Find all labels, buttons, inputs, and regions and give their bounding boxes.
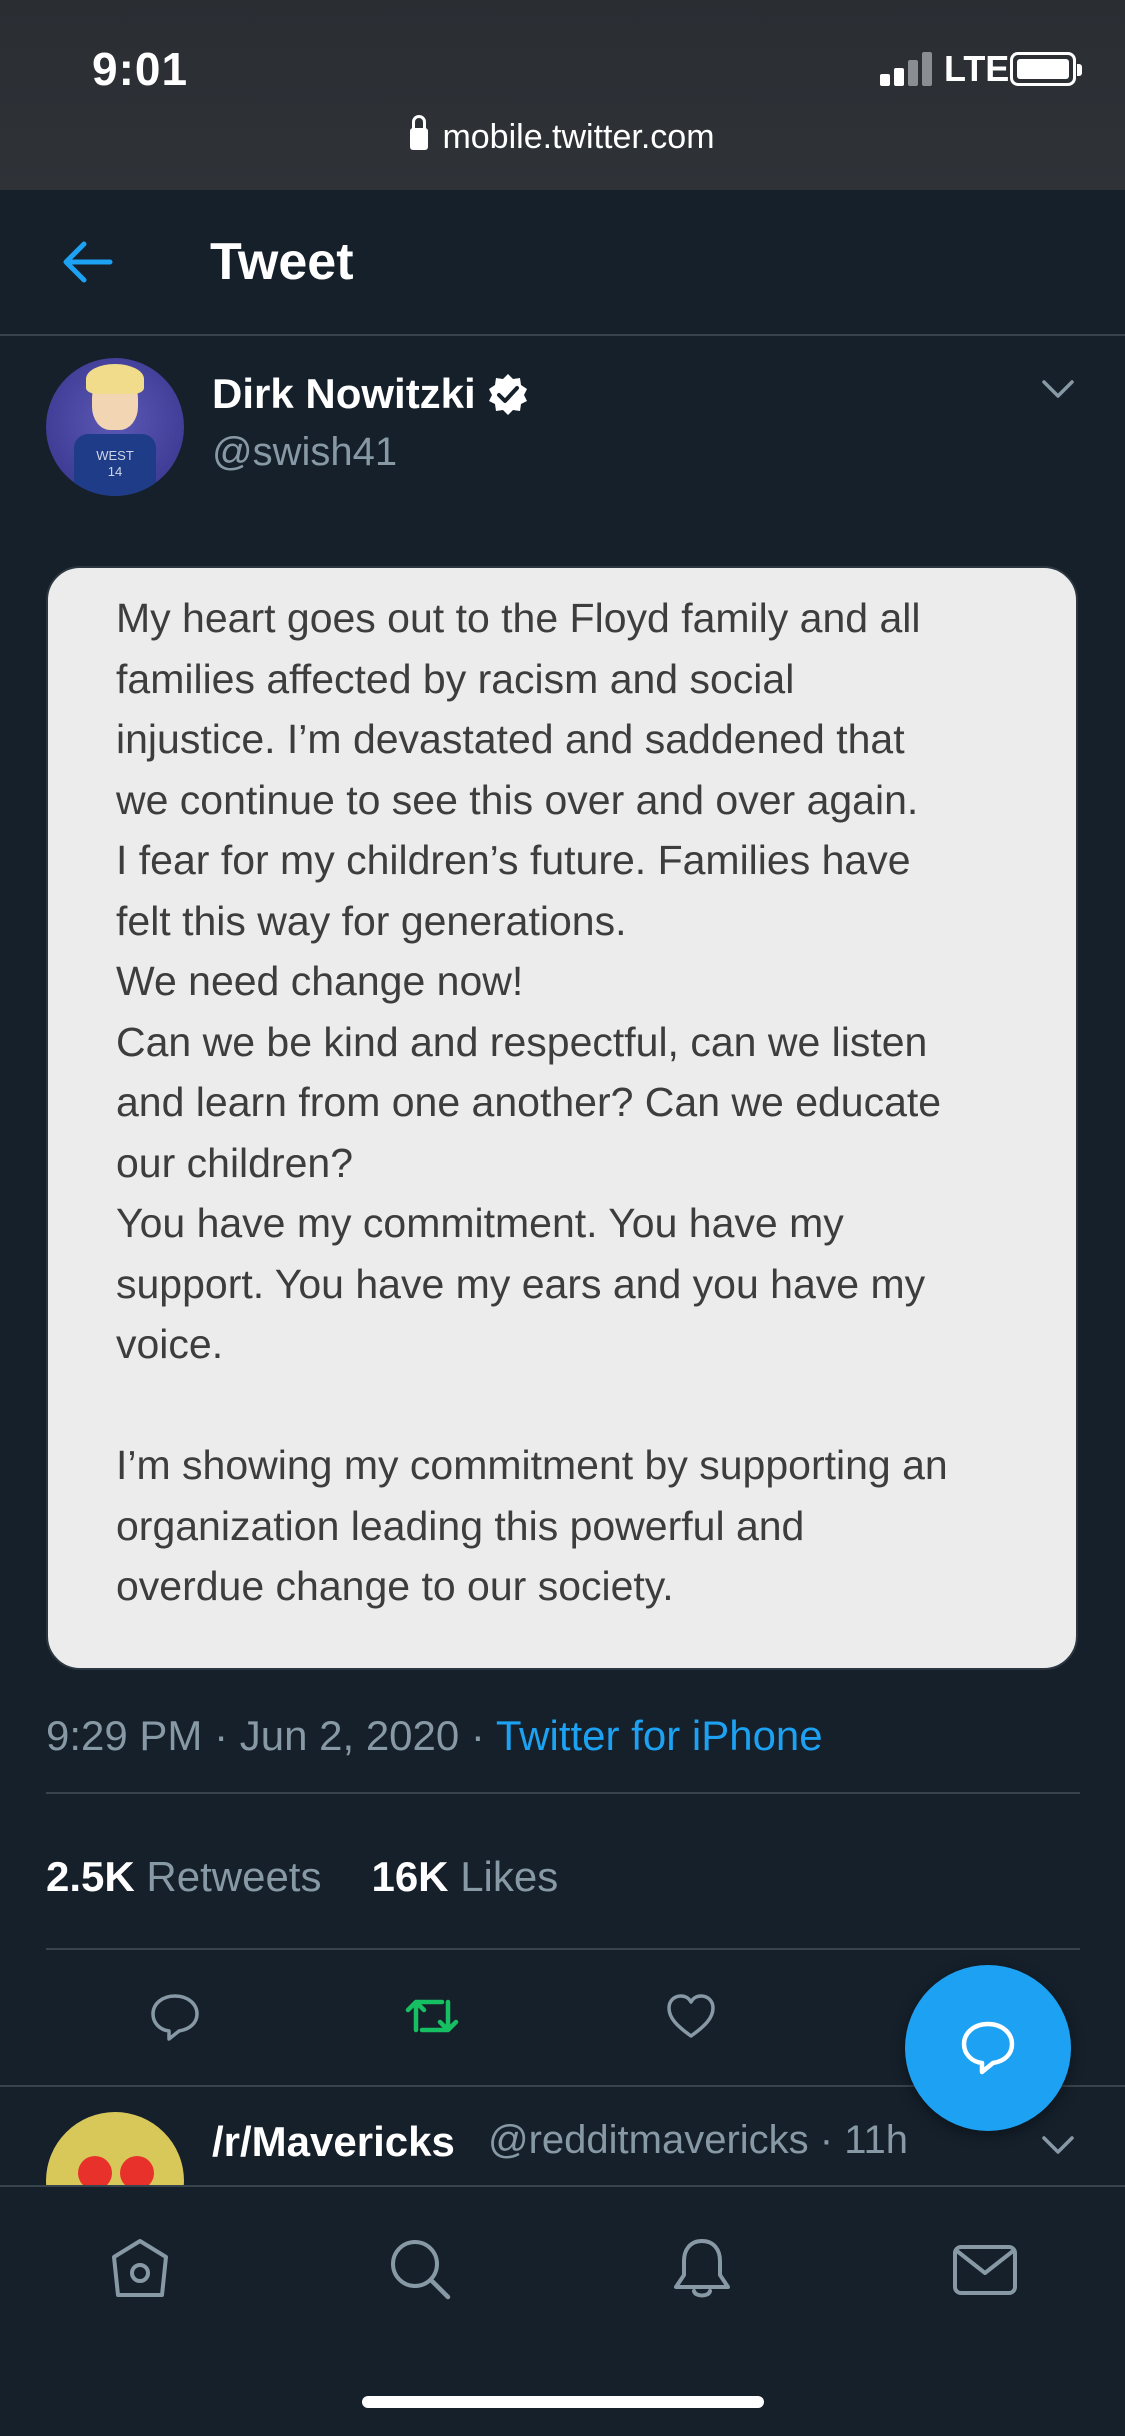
reply-icon[interactable] bbox=[147, 1988, 203, 2044]
retweet-icon[interactable] bbox=[404, 1988, 460, 2044]
verified-badge-icon bbox=[488, 374, 527, 415]
next-tweet-author[interactable]: /r/Mavericks bbox=[212, 2118, 455, 2166]
chevron-down-icon[interactable] bbox=[1040, 378, 1076, 402]
messages-icon[interactable] bbox=[949, 2233, 1021, 2305]
like-icon[interactable] bbox=[663, 1988, 719, 2044]
notifications-icon[interactable] bbox=[666, 2233, 738, 2305]
tweet-image-text: My heart goes out to the Floyd family an… bbox=[116, 595, 948, 1609]
search-icon[interactable] bbox=[384, 2233, 456, 2305]
likes-label: Likes bbox=[460, 1853, 559, 1900]
network-label: LTE bbox=[944, 48, 1010, 89]
url-bar[interactable]: mobile.twitter.com bbox=[0, 115, 1125, 157]
tweet-image[interactable]: My heart goes out to the Floyd family an… bbox=[46, 566, 1078, 1670]
url-text: mobile.twitter.com bbox=[442, 118, 715, 156]
retweets-count: 2.5K bbox=[46, 1853, 135, 1900]
divider bbox=[46, 1792, 1080, 1794]
divider bbox=[46, 1948, 1080, 1950]
likes-count: 16K bbox=[371, 1853, 449, 1900]
author-handle: @swish41 bbox=[212, 430, 398, 474]
home-icon[interactable] bbox=[104, 2233, 176, 2305]
avatar[interactable]: WEST 14 bbox=[46, 358, 184, 496]
avatar-jersey-text: WEST 14 bbox=[96, 448, 134, 479]
home-indicator[interactable] bbox=[362, 2396, 764, 2408]
tweet-stats: 2.5K Retweets 16K Likes bbox=[46, 1853, 558, 1901]
page-title: Tweet bbox=[210, 233, 354, 291]
top-header: Tweet bbox=[0, 190, 1125, 336]
tweet-meta: 9:29 PM · Jun 2, 2020 · Twitter for iPho… bbox=[46, 1712, 823, 1760]
battery-icon bbox=[1010, 52, 1082, 86]
tweet-source-link[interactable]: Twitter for iPhone bbox=[496, 1712, 823, 1759]
compose-reply-button[interactable] bbox=[905, 1965, 1071, 2131]
author-name-text: Dirk Nowitzki bbox=[212, 370, 476, 417]
chevron-down-icon[interactable] bbox=[1040, 2134, 1076, 2158]
status-time: 9:01 bbox=[92, 43, 189, 95]
status-bar: 9:01 LTE mobile.twitter.com bbox=[0, 0, 1125, 190]
retweets-label: Retweets bbox=[146, 1853, 322, 1900]
reply-bubble-icon bbox=[961, 2021, 1015, 2075]
next-tweet-handle-time: @redditmavericks · 11h bbox=[488, 2118, 908, 2162]
back-arrow-icon[interactable] bbox=[58, 238, 114, 286]
lock-icon bbox=[410, 115, 429, 150]
retweets-stat[interactable]: 2.5K Retweets bbox=[46, 1853, 321, 1900]
author-name[interactable]: Dirk Nowitzki bbox=[212, 370, 530, 418]
likes-stat[interactable]: 16K Likes bbox=[371, 1853, 558, 1900]
tweet-timestamp: 9:29 PM · Jun 2, 2020 · bbox=[46, 1712, 496, 1759]
signal-icon bbox=[880, 52, 936, 86]
